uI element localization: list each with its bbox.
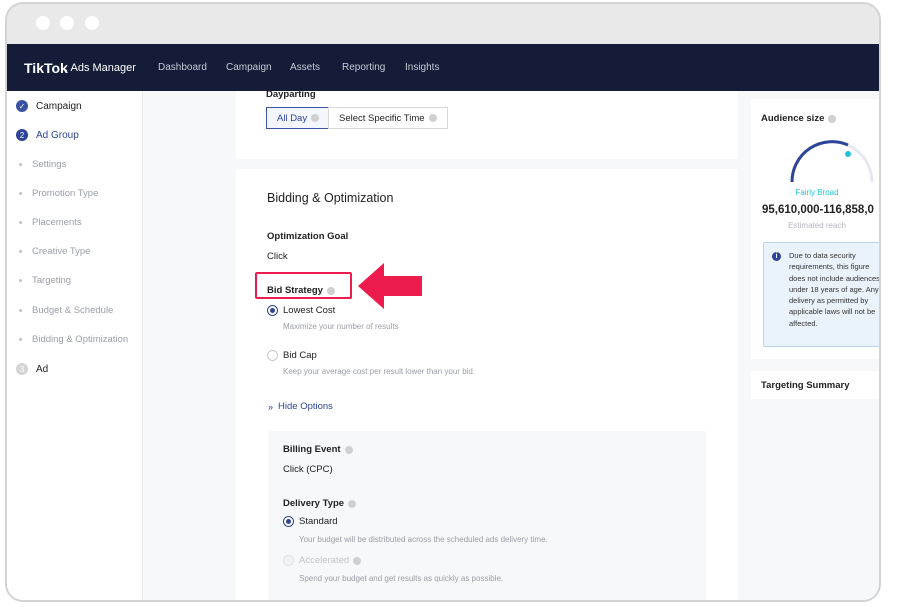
dayparting-card: Dayparting All Day Select Specific Time xyxy=(236,89,738,159)
bid-cap-desc: Keep your average cost per result lower … xyxy=(283,367,476,376)
substep-label: Settings xyxy=(32,159,67,170)
tiktok-logo[interactable]: TikTok xyxy=(24,60,68,76)
audience-size-card: Audience size Fairly Broad 95,610,000-11… xyxy=(751,99,880,359)
accelerated-radio[interactable] xyxy=(283,555,294,566)
check-icon: ✓ xyxy=(16,100,28,112)
lowest-cost-label[interactable]: Lowest Cost xyxy=(283,305,335,316)
bid-cap-radio[interactable] xyxy=(267,350,278,361)
specific-time-option[interactable]: Select Specific Time xyxy=(328,107,448,129)
substep-budget-schedule[interactable]: Budget & Schedule xyxy=(19,305,113,316)
accelerated-label[interactable]: Accelerated xyxy=(299,555,362,566)
substep-targeting[interactable]: Targeting xyxy=(19,275,71,286)
substep-label: Creative Type xyxy=(32,246,91,257)
all-day-option[interactable]: All Day xyxy=(266,107,331,129)
dayparting-label: Dayparting xyxy=(266,89,316,100)
browser-window: TikTok : Ads Manager Dashboard Campaign … xyxy=(5,2,881,602)
accelerated-text: Accelerated xyxy=(299,555,350,566)
top-navbar: TikTok : Ads Manager Dashboard Campaign … xyxy=(7,44,879,91)
window-minimize-button[interactable] xyxy=(60,16,74,30)
lowest-cost-radio[interactable] xyxy=(267,305,278,316)
double-chevron-down-icon: » xyxy=(268,401,274,412)
nav-reporting[interactable]: Reporting xyxy=(342,62,385,73)
billing-event-text: Billing Event xyxy=(283,444,341,455)
substep-creative-type[interactable]: Creative Type xyxy=(19,246,90,257)
step-label: Ad Group xyxy=(36,129,79,141)
optimization-goal-value: Click xyxy=(267,251,288,262)
substep-promotion-type[interactable]: Promotion Type xyxy=(19,188,98,199)
billing-event-label: Billing Event xyxy=(283,444,353,455)
help-icon[interactable] xyxy=(348,499,357,508)
bullet-icon xyxy=(19,163,22,166)
pointer-arrow-icon xyxy=(358,263,422,309)
standard-label[interactable]: Standard xyxy=(299,516,338,527)
nav-insights[interactable]: Insights xyxy=(405,62,439,73)
estimated-reach-label: Estimated reach xyxy=(788,221,846,230)
option-label: All Day xyxy=(277,112,308,124)
substep-label: Budget & Schedule xyxy=(32,305,114,316)
hide-options-link[interactable]: » Hide Options xyxy=(268,401,333,412)
step-label: Ad xyxy=(36,363,49,375)
bid-strategy-highlight xyxy=(255,272,352,299)
delivery-type-label: Delivery Type xyxy=(283,498,357,509)
bullet-icon xyxy=(19,221,22,224)
audience-size-text: Audience size xyxy=(761,113,825,124)
bullet-icon xyxy=(19,279,22,282)
substep-placements[interactable]: Placements xyxy=(19,217,82,228)
bullet-icon xyxy=(19,309,22,312)
audience-status: Fairly Broad xyxy=(795,188,839,197)
option-label: Select Specific Time xyxy=(339,112,425,124)
hide-options-text: Hide Options xyxy=(278,401,333,412)
standard-desc: Your budget will be distributed across t… xyxy=(299,535,548,544)
substep-label: Targeting xyxy=(32,275,72,286)
targeting-summary-title: Targeting Summary xyxy=(761,380,850,391)
section-title: Bidding & Optimization xyxy=(267,191,394,205)
advanced-options-panel: Billing Event Click (CPC) Delivery Type … xyxy=(268,431,706,600)
substep-label: Promotion Type xyxy=(32,188,99,199)
audience-range: 95,610,000-116,858,0 xyxy=(762,204,874,216)
info-icon: i xyxy=(772,252,781,261)
optimization-goal-label: Optimization Goal xyxy=(267,231,349,242)
lowest-cost-desc: Maximize your number of results xyxy=(283,322,399,331)
ads-manager-label: : Ads Manager xyxy=(65,62,136,74)
page-content: ✓ Campaign 2 Ad Group Settings Promotion… xyxy=(7,89,880,600)
notice-text: Due to data security requirements, this … xyxy=(789,251,880,328)
window-zoom-button[interactable] xyxy=(85,16,99,30)
bullet-icon xyxy=(19,338,22,341)
help-icon[interactable] xyxy=(828,114,837,123)
delivery-type-text: Delivery Type xyxy=(283,498,345,509)
bid-cap-label[interactable]: Bid Cap xyxy=(283,350,317,361)
accelerated-desc: Spend your budget and get results as qui… xyxy=(299,574,504,583)
bullet-icon xyxy=(19,192,22,195)
step-number-icon: 2 xyxy=(16,129,28,141)
nav-dashboard[interactable]: Dashboard xyxy=(158,62,207,73)
targeting-summary-card[interactable]: Targeting Summary xyxy=(751,371,879,399)
help-icon[interactable] xyxy=(344,445,353,454)
step-label: Campaign xyxy=(36,100,82,112)
window-titlebar xyxy=(7,4,879,44)
step-number-icon: 3 xyxy=(16,363,28,375)
substep-settings[interactable]: Settings xyxy=(19,159,66,170)
billing-event-value: Click (CPC) xyxy=(283,464,333,475)
standard-radio[interactable] xyxy=(283,516,294,527)
substep-label: Placements xyxy=(32,217,82,228)
window-close-button[interactable] xyxy=(36,16,50,30)
bullet-icon xyxy=(19,250,22,253)
bidding-optimization-card: Bidding & Optimization Optimization Goal… xyxy=(236,169,738,600)
step-ad-group[interactable]: 2 Ad Group xyxy=(16,128,79,142)
help-icon[interactable] xyxy=(311,114,320,122)
step-campaign[interactable]: ✓ Campaign xyxy=(16,99,82,113)
audience-gauge xyxy=(790,140,874,183)
data-security-notice: i Due to data security requirements, thi… xyxy=(763,242,880,347)
step-ad[interactable]: 3 Ad xyxy=(16,362,48,376)
substep-label: Bidding & Optimization xyxy=(32,334,129,345)
help-icon[interactable] xyxy=(353,556,362,565)
nav-campaign[interactable]: Campaign xyxy=(226,62,272,73)
substep-bidding-optimization[interactable]: Bidding & Optimization xyxy=(19,334,128,345)
nav-assets[interactable]: Assets xyxy=(290,62,320,73)
help-icon[interactable] xyxy=(428,114,437,122)
audience-size-label: Audience size xyxy=(761,113,837,124)
step-sidebar: ✓ Campaign 2 Ad Group Settings Promotion… xyxy=(7,91,143,600)
